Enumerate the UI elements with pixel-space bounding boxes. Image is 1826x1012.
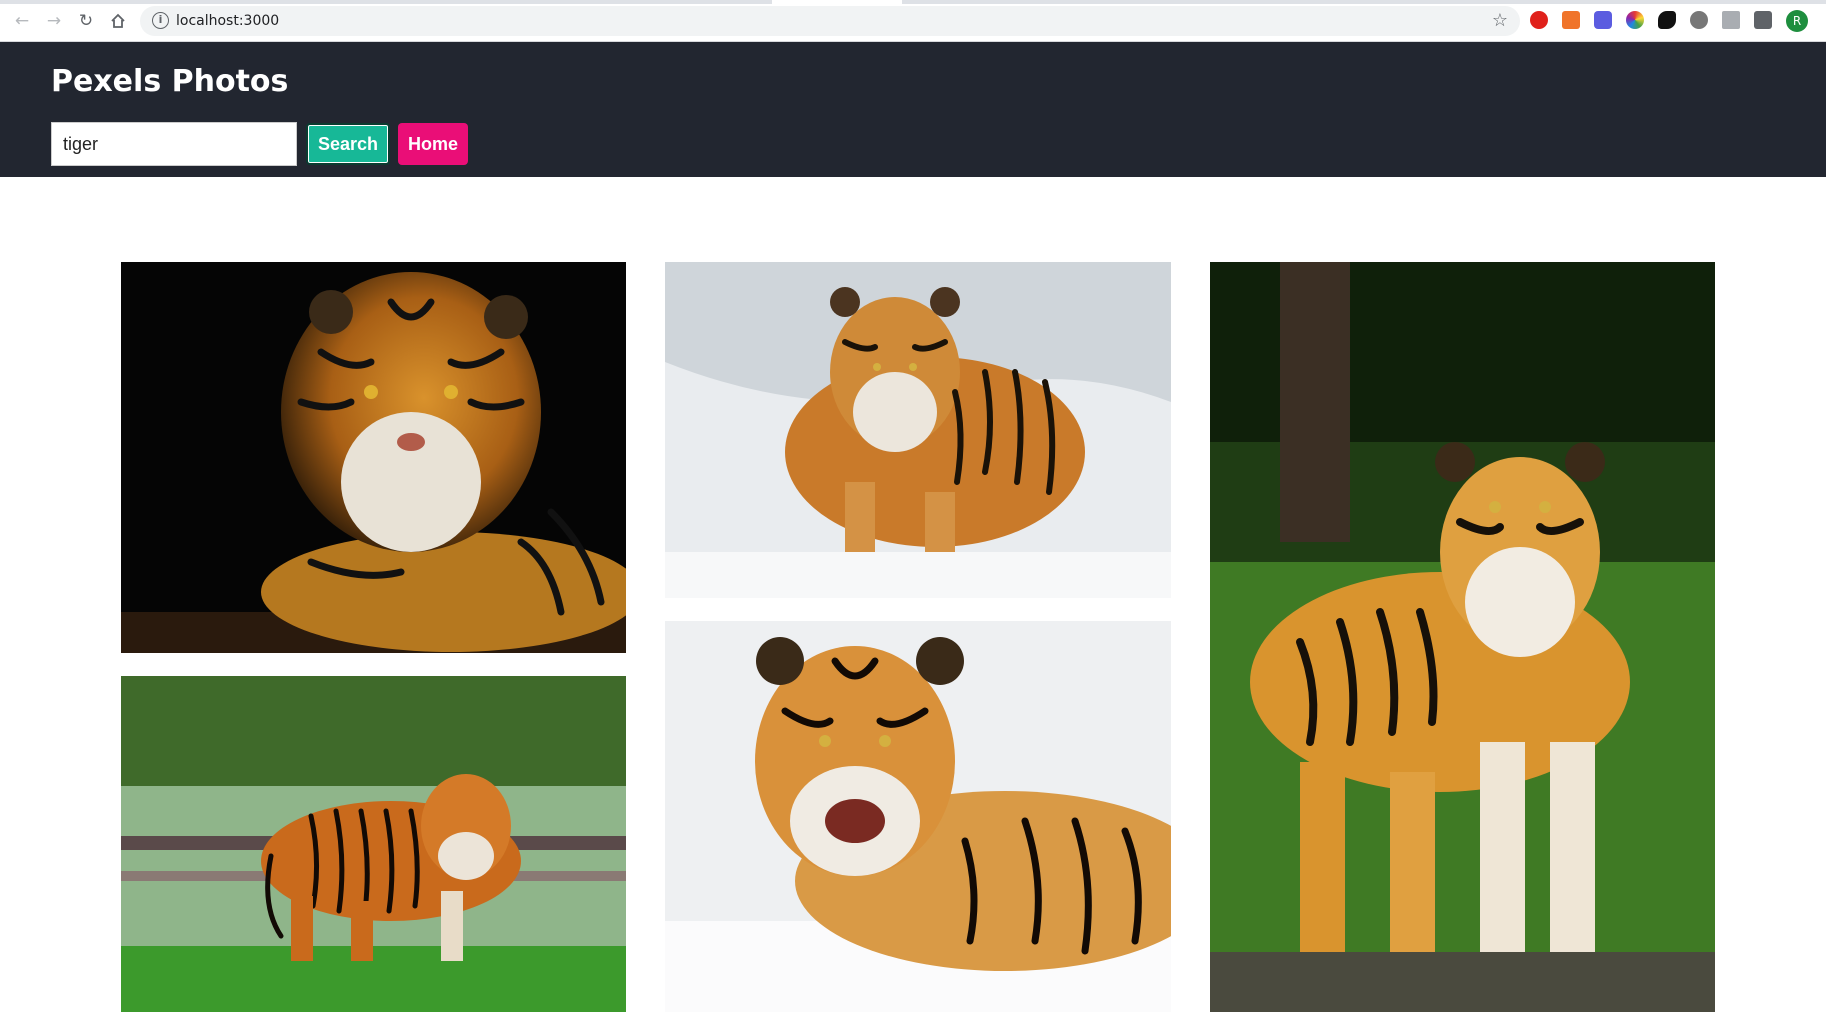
fish-icon[interactable] bbox=[1658, 11, 1676, 29]
address-bar[interactable]: i localhost:3000 ☆ bbox=[140, 6, 1520, 36]
tiger-photo-1[interactable] bbox=[121, 262, 626, 653]
globe-icon[interactable] bbox=[1690, 11, 1708, 29]
back-icon[interactable]: ← bbox=[11, 10, 33, 32]
page-title: Pexels Photos bbox=[51, 64, 289, 99]
home-icon[interactable] bbox=[107, 10, 129, 32]
tiger-photo-3[interactable] bbox=[1210, 262, 1715, 1012]
bookmark-star-icon[interactable]: ☆ bbox=[1492, 10, 1508, 31]
tab-strip bbox=[0, 0, 1826, 4]
active-tab[interactable] bbox=[772, 0, 902, 4]
reload-icon[interactable]: ↻ bbox=[75, 10, 97, 32]
address-url: localhost:3000 bbox=[176, 13, 280, 29]
colorwheel-icon[interactable] bbox=[1626, 11, 1644, 29]
app-header: Pexels Photos Search Home bbox=[0, 42, 1826, 177]
forward-icon[interactable]: → bbox=[43, 10, 65, 32]
opera-icon[interactable] bbox=[1530, 11, 1548, 29]
puzzle-icon[interactable] bbox=[1754, 11, 1772, 29]
video-icon[interactable] bbox=[1594, 11, 1612, 29]
profile-avatar[interactable]: R bbox=[1786, 10, 1808, 32]
tiger-photo-5[interactable] bbox=[665, 621, 1171, 1012]
site-info-icon[interactable]: i bbox=[152, 12, 169, 29]
search-button[interactable]: Search bbox=[306, 123, 390, 165]
home-button[interactable]: Home bbox=[398, 123, 468, 165]
browser-toolbar: ← → ↻ i localhost:3000 ☆ R bbox=[0, 0, 1826, 42]
download-icon[interactable] bbox=[1722, 11, 1740, 29]
tiger-photo-4[interactable] bbox=[121, 676, 626, 1012]
megaphone-icon[interactable] bbox=[1562, 11, 1580, 29]
search-input[interactable] bbox=[51, 122, 297, 166]
tiger-photo-2[interactable] bbox=[665, 262, 1171, 598]
